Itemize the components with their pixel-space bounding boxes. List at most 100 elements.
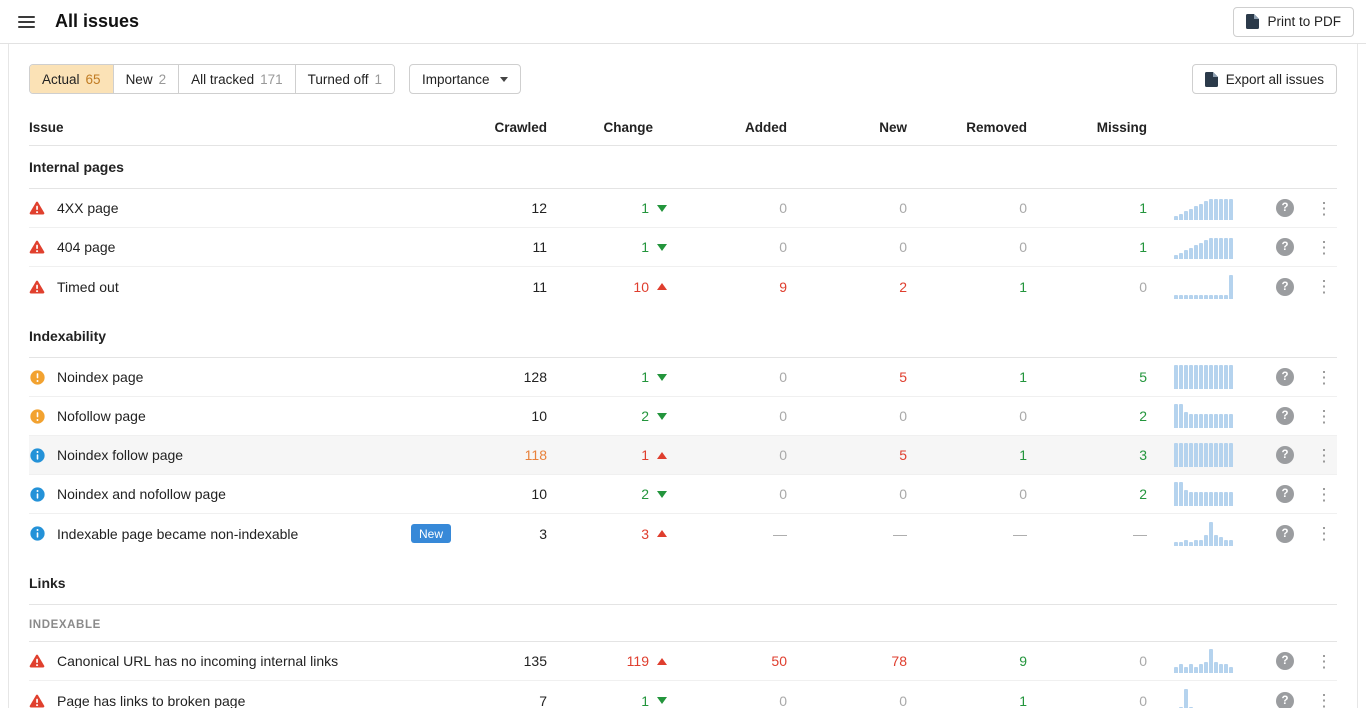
help-icon[interactable]: ? — [1276, 692, 1294, 708]
issue-row[interactable]: 404 page1110001?⋮ — [29, 228, 1337, 267]
error-triangle-icon — [29, 654, 45, 668]
tab-turned-off[interactable]: Turned off1 — [296, 65, 394, 93]
issue-name[interactable]: 4XX page — [57, 200, 119, 216]
missing-value: 0 — [1027, 279, 1147, 295]
issue-row[interactable]: Noindex follow page11810513?⋮ — [29, 436, 1337, 475]
kebab-cell: ⋮ — [1311, 692, 1337, 708]
issue-name[interactable]: Noindex follow page — [57, 447, 183, 463]
sparkline-chart — [1174, 689, 1233, 708]
help-icon[interactable]: ? — [1276, 238, 1294, 256]
crawled-value: 118 — [457, 447, 547, 463]
help-icon[interactable]: ? — [1276, 446, 1294, 464]
error-triangle-icon — [29, 201, 45, 215]
removed-value: 0 — [907, 486, 1027, 502]
issue-name[interactable]: Indexable page became non-indexable — [57, 526, 298, 542]
issue-row[interactable]: Indexable page became non-indexableNew33… — [29, 514, 1337, 553]
pdf-file-icon — [1246, 14, 1259, 29]
issue-cell: 404 page — [29, 239, 457, 255]
kebab-menu-icon[interactable]: ⋮ — [1316, 408, 1333, 425]
issue-row[interactable]: Canonical URL has no incoming internal l… — [29, 642, 1337, 681]
issue-name[interactable]: Noindex page — [57, 369, 143, 385]
new-value: 0 — [787, 693, 907, 708]
change-cell: 1 — [547, 369, 667, 385]
removed-value: — — [907, 526, 1027, 542]
kebab-menu-icon[interactable]: ⋮ — [1316, 447, 1333, 464]
issue-row[interactable]: Page has links to broken page710010?⋮ — [29, 681, 1337, 708]
crawled-value: 10 — [457, 486, 547, 502]
sparkline-chart — [1174, 365, 1233, 389]
column-header-change[interactable]: Change — [547, 120, 667, 135]
help-icon[interactable]: ? — [1276, 525, 1294, 543]
sparkline-cell — [1147, 365, 1259, 389]
issue-row[interactable]: Noindex page12810515?⋮ — [29, 358, 1337, 397]
kebab-cell: ⋮ — [1311, 486, 1337, 503]
help-icon[interactable]: ? — [1276, 278, 1294, 296]
help-cell: ? — [1259, 368, 1311, 386]
change-cell: 1 — [547, 239, 667, 255]
issue-name[interactable]: Noindex and nofollow page — [57, 486, 226, 502]
new-value: 0 — [787, 239, 907, 255]
tab-actual[interactable]: Actual65 — [30, 65, 114, 93]
added-value: 0 — [667, 200, 787, 216]
missing-value: 1 — [1027, 239, 1147, 255]
help-cell: ? — [1259, 238, 1311, 256]
new-value: 5 — [787, 447, 907, 463]
issue-cell: Indexable page became non-indexableNew — [29, 524, 457, 543]
kebab-menu-icon[interactable]: ⋮ — [1316, 278, 1333, 295]
crawled-value: 11 — [457, 279, 547, 295]
print-to-pdf-button[interactable]: Print to PDF — [1233, 7, 1354, 37]
change-value: 1 — [641, 200, 649, 216]
missing-value: 0 — [1027, 693, 1147, 708]
column-header-new[interactable]: New — [787, 120, 907, 135]
issue-name[interactable]: Canonical URL has no incoming internal l… — [57, 653, 338, 669]
tab-count: 2 — [159, 72, 167, 87]
help-icon[interactable]: ? — [1276, 652, 1294, 670]
change-value: 3 — [641, 526, 649, 542]
help-icon[interactable]: ? — [1276, 485, 1294, 503]
export-all-issues-button[interactable]: Export all issues — [1192, 64, 1337, 94]
column-header-issue[interactable]: Issue — [29, 120, 457, 135]
help-cell: ? — [1259, 278, 1311, 296]
column-header-missing[interactable]: Missing — [1027, 120, 1147, 135]
tab-label: Actual — [42, 72, 80, 87]
kebab-menu-icon[interactable]: ⋮ — [1316, 369, 1333, 386]
issue-cell: Page has links to broken page — [29, 693, 457, 708]
kebab-menu-icon[interactable]: ⋮ — [1316, 486, 1333, 503]
hamburger-menu-icon[interactable] — [14, 12, 39, 32]
change-value: 1 — [641, 693, 649, 708]
sparkline-chart — [1174, 275, 1233, 299]
issue-name[interactable]: Timed out — [57, 279, 119, 295]
column-header-removed[interactable]: Removed — [907, 120, 1027, 135]
column-header-added[interactable]: Added — [667, 120, 787, 135]
added-value: 0 — [667, 408, 787, 424]
missing-value: 2 — [1027, 408, 1147, 424]
help-icon[interactable]: ? — [1276, 199, 1294, 217]
kebab-menu-icon[interactable]: ⋮ — [1316, 239, 1333, 256]
kebab-menu-icon[interactable]: ⋮ — [1316, 692, 1333, 708]
issue-name[interactable]: 404 page — [57, 239, 115, 255]
kebab-menu-icon[interactable]: ⋮ — [1316, 653, 1333, 670]
help-icon[interactable]: ? — [1276, 407, 1294, 425]
issue-name[interactable]: Page has links to broken page — [57, 693, 245, 708]
issue-name[interactable]: Nofollow page — [57, 408, 146, 424]
issue-row[interactable]: Noindex and nofollow page1020002?⋮ — [29, 475, 1337, 514]
warning-circle-icon — [29, 370, 45, 385]
help-cell: ? — [1259, 652, 1311, 670]
kebab-menu-icon[interactable]: ⋮ — [1316, 525, 1333, 542]
issue-row[interactable]: Nofollow page1020002?⋮ — [29, 397, 1337, 436]
added-value: 0 — [667, 447, 787, 463]
trend-up-icon — [657, 283, 667, 290]
issue-row[interactable]: 4XX page1210001?⋮ — [29, 189, 1337, 228]
kebab-cell: ⋮ — [1311, 369, 1337, 386]
missing-value: 3 — [1027, 447, 1147, 463]
new-value: 0 — [787, 200, 907, 216]
issue-row[interactable]: Timed out11109210?⋮ — [29, 267, 1337, 306]
tab-all-tracked[interactable]: All tracked171 — [179, 65, 296, 93]
change-cell: 1 — [547, 200, 667, 216]
importance-dropdown[interactable]: Importance — [409, 64, 521, 94]
column-header-crawled[interactable]: Crawled — [457, 120, 547, 135]
help-icon[interactable]: ? — [1276, 368, 1294, 386]
issue-cell: Timed out — [29, 279, 457, 295]
kebab-menu-icon[interactable]: ⋮ — [1316, 200, 1333, 217]
tab-new[interactable]: New2 — [114, 65, 180, 93]
